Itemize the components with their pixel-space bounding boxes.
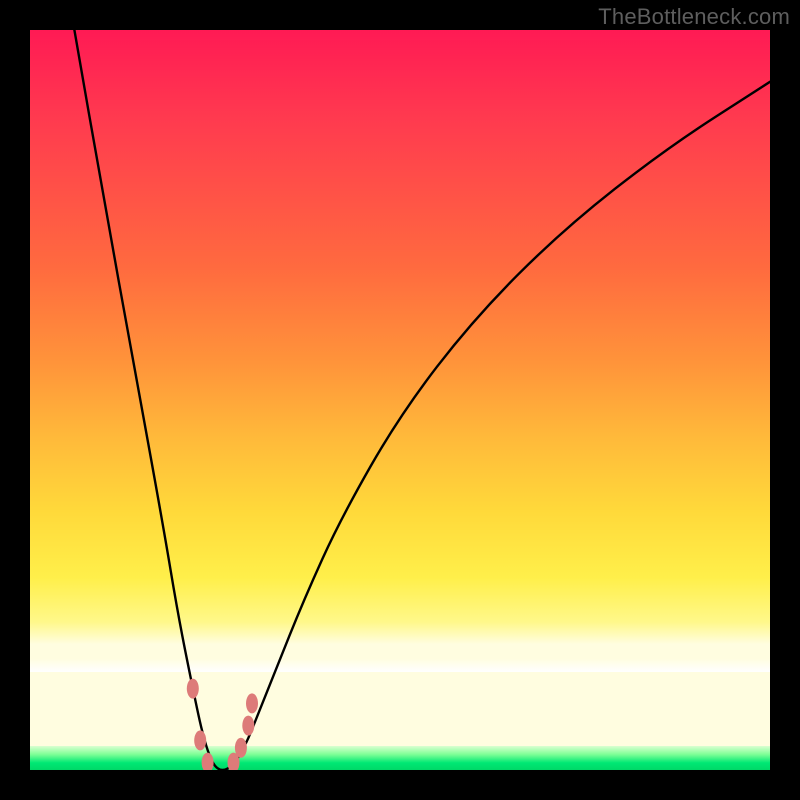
curve-marker — [202, 753, 214, 770]
plot-area — [30, 30, 770, 770]
curve-marker — [187, 679, 199, 699]
curve-svg — [30, 30, 770, 770]
curve-marker — [194, 730, 206, 750]
curve-marker — [246, 693, 258, 713]
chart-frame: TheBottleneck.com — [0, 0, 800, 800]
bottleneck-curve — [74, 30, 770, 770]
curve-marker — [235, 738, 247, 758]
curve-marker — [242, 716, 254, 736]
marker-group — [187, 679, 258, 770]
watermark-text: TheBottleneck.com — [598, 4, 790, 30]
